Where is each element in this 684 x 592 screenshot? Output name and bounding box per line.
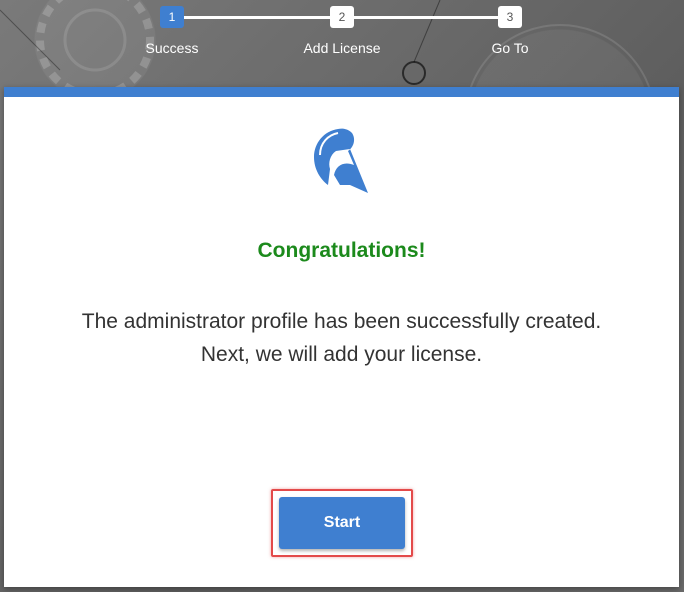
congratulations-title: Congratulations!: [257, 239, 426, 262]
step-2-label: Add License: [303, 40, 381, 56]
step-3-indicator: 3: [498, 6, 522, 28]
stepper-connector: [354, 16, 498, 19]
step-2-indicator: 2: [330, 6, 354, 28]
spartan-helmet-icon: [310, 125, 372, 197]
success-message-line-2: Next, we will add your license.: [200, 343, 483, 366]
step-1-indicator: 1: [160, 6, 184, 28]
wizard-card: Congratulations! The administrator profi…: [4, 87, 679, 587]
success-message: The administrator profile has been succe…: [4, 305, 679, 371]
step-3-label: Go To: [491, 40, 529, 56]
card-accent-bar: [4, 87, 679, 97]
step-1-label: Success: [145, 40, 199, 56]
success-message-line-1: The administrator profile has been succe…: [81, 310, 602, 333]
progress-stepper: 1 Success 2 Add License 3 Go To: [0, 0, 684, 80]
stepper-connector: [184, 16, 330, 19]
start-button[interactable]: Start: [279, 497, 405, 549]
